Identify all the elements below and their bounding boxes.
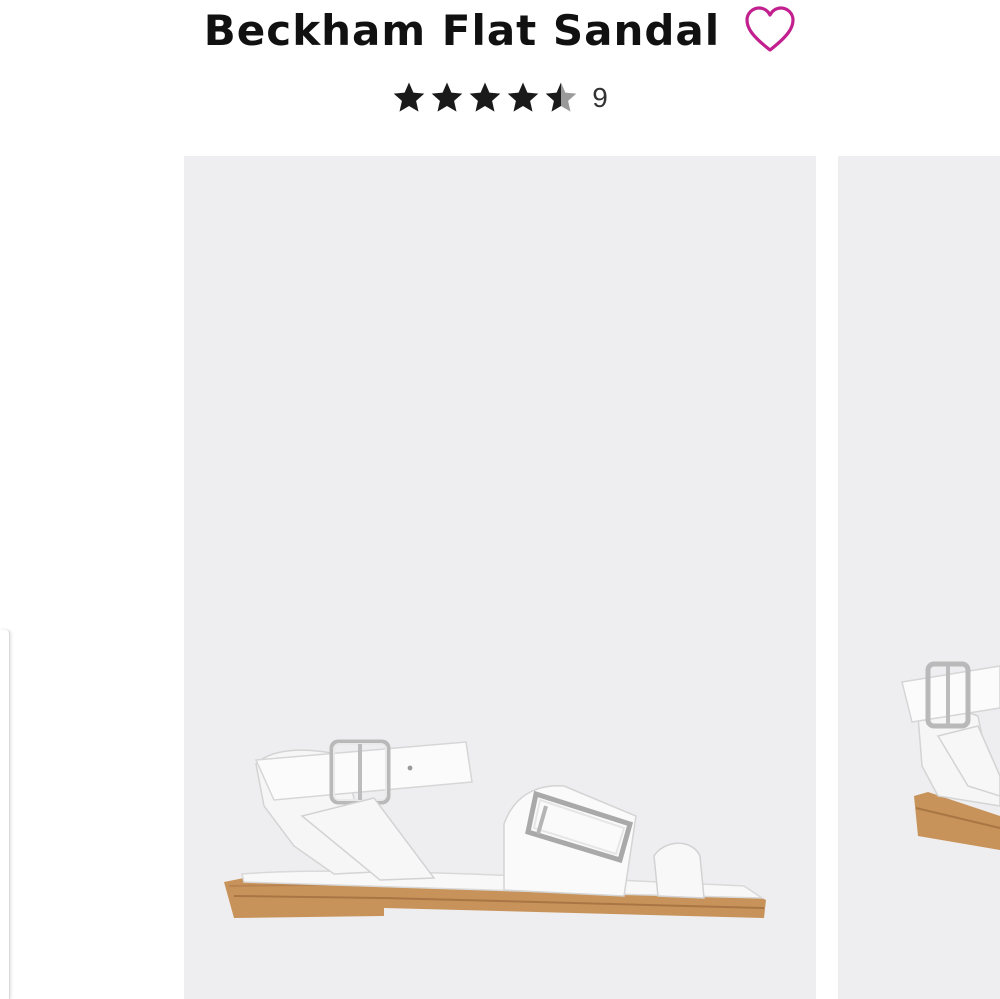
heart-icon[interactable] xyxy=(744,6,796,54)
product-rating[interactable]: 9 xyxy=(0,78,1000,118)
product-image-next[interactable] xyxy=(838,156,1000,999)
star-icon xyxy=(469,82,501,112)
review-count[interactable]: 9 xyxy=(592,82,608,114)
product-image-main[interactable] xyxy=(184,156,816,999)
side-drawer-edge[interactable] xyxy=(0,630,10,999)
sandal-image xyxy=(224,739,766,918)
star-icon xyxy=(545,82,577,112)
star-icon xyxy=(507,82,539,112)
product-title: Beckham Flat Sandal xyxy=(203,5,721,55)
star-icon xyxy=(393,82,425,112)
product-page: Beckham Flat Sandal 9 xyxy=(0,0,1000,999)
star-rating xyxy=(392,81,582,115)
product-header: Beckham Flat Sandal xyxy=(0,0,1000,60)
sandal-image-alt xyxy=(901,661,1000,850)
star-icon xyxy=(431,82,463,112)
